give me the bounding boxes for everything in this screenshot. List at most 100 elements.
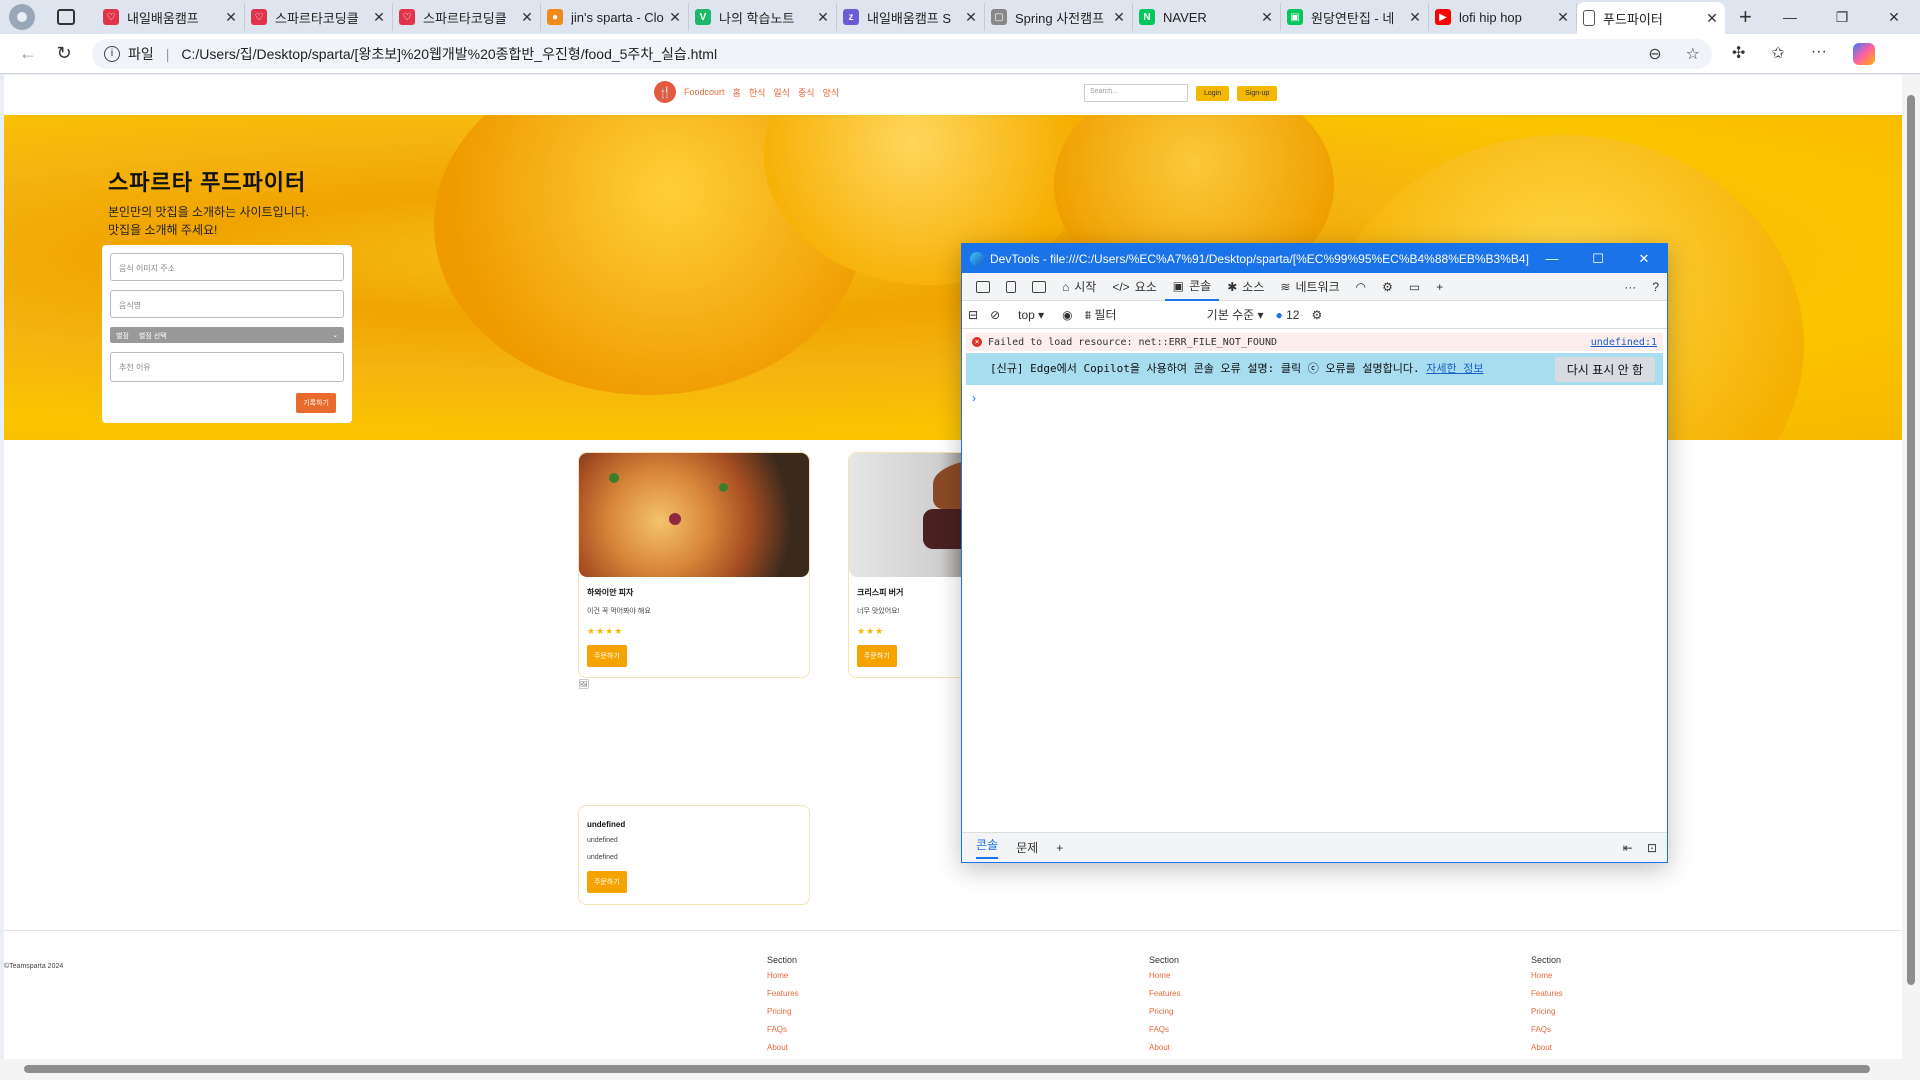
footer-link[interactable]: FAQs bbox=[1531, 1025, 1563, 1034]
footer-link[interactable]: Home bbox=[1531, 971, 1563, 980]
reason-textarea[interactable]: 추천 이유 bbox=[110, 352, 344, 382]
tab[interactable]: ▣ 원당연탄집 - 네 ✕ bbox=[1281, 3, 1429, 31]
maximize-icon[interactable]: ☐ bbox=[1575, 251, 1621, 267]
address-bar[interactable]: i 파일 | C:/Users/집/Desktop/sparta/[왕초보]%2… bbox=[92, 38, 1712, 69]
tab[interactable]: z 내일배움캠프 S ✕ bbox=[837, 3, 985, 31]
close-window-icon[interactable]: ✕ bbox=[1868, 9, 1920, 26]
settings-gear-icon[interactable]: ⚙ bbox=[1374, 273, 1401, 301]
footer-link[interactable]: Features bbox=[1531, 989, 1563, 998]
tab-welcome[interactable]: ⌂ 시작 bbox=[1054, 273, 1104, 301]
footer-link[interactable]: About bbox=[1531, 1043, 1563, 1052]
footer-link[interactable]: Home bbox=[767, 971, 799, 980]
submit-button[interactable]: 기록하기 bbox=[296, 393, 336, 413]
footer-link[interactable]: FAQs bbox=[767, 1025, 799, 1034]
drawer-tab-console[interactable]: 콘솔 bbox=[976, 836, 999, 859]
tab[interactable]: N NAVER ✕ bbox=[1133, 3, 1281, 31]
star-select[interactable]: 별점 별점 선택 ⌄ bbox=[110, 327, 344, 343]
tab-active[interactable]: 푸드파이터 ✕ bbox=[1577, 2, 1725, 34]
close-tab-icon[interactable]: ✕ bbox=[964, 9, 978, 26]
zoom-icon[interactable]: ⊖ bbox=[1648, 44, 1661, 64]
minimize-icon[interactable]: — bbox=[1764, 9, 1816, 25]
footer-link[interactable]: Pricing bbox=[1149, 1007, 1181, 1016]
nav-home[interactable]: 홈 bbox=[733, 86, 741, 99]
close-tab-icon[interactable]: ✕ bbox=[372, 9, 386, 26]
performance-icon[interactable]: ◠ bbox=[1348, 273, 1374, 301]
new-tab-button[interactable]: + bbox=[1739, 4, 1752, 30]
order-button[interactable]: 주문하기 bbox=[587, 871, 627, 893]
tab[interactable]: ♡ 스파르타코딩클 ✕ bbox=[245, 3, 393, 31]
clear-console-icon[interactable]: ⊘ bbox=[990, 308, 1000, 322]
tab[interactable]: ▶ lofi hip hop ✕ bbox=[1429, 3, 1577, 31]
scroll-thumb[interactable] bbox=[24, 1065, 1870, 1073]
more-icon[interactable]: ··· bbox=[1616, 273, 1644, 301]
nav-western[interactable]: 양식 bbox=[823, 86, 840, 99]
close-tab-icon[interactable]: ✕ bbox=[1556, 9, 1570, 26]
info-icon[interactable]: i bbox=[104, 45, 120, 62]
help-icon[interactable]: ? bbox=[1644, 273, 1667, 301]
error-source-link[interactable]: undefined:1 bbox=[1591, 337, 1657, 348]
tab-console[interactable]: ▣ 콘솔 bbox=[1164, 273, 1220, 301]
footer-link[interactable]: FAQs bbox=[1149, 1025, 1181, 1034]
inspect-icon[interactable] bbox=[968, 273, 998, 301]
add-drawer-tab-icon[interactable]: + bbox=[1056, 841, 1063, 855]
site-search-input[interactable]: Search... bbox=[1084, 84, 1188, 102]
tab[interactable]: ♡ 내일배움캠프 ✕ bbox=[97, 3, 245, 31]
learn-more-link[interactable]: 자세한 정보 bbox=[1426, 362, 1483, 375]
signup-button[interactable]: Sign-up bbox=[1237, 85, 1278, 101]
tab[interactable]: ▢ Spring 사전캠프 ✕ bbox=[985, 3, 1133, 31]
live-expression-icon[interactable]: ◉ bbox=[1062, 308, 1072, 322]
tab-actions-icon[interactable] bbox=[57, 9, 75, 25]
nav-chinese[interactable]: 중식 bbox=[798, 86, 815, 99]
level-select[interactable]: 기본 수준 ▾ bbox=[1207, 306, 1264, 323]
issues-counter[interactable]: ● 12 bbox=[1276, 308, 1300, 322]
dock-drawer-icon[interactable]: ⇤ bbox=[1623, 841, 1633, 855]
console-prompt[interactable]: › bbox=[972, 391, 1667, 405]
profile-avatar[interactable] bbox=[9, 4, 35, 30]
footer-link[interactable]: About bbox=[767, 1043, 799, 1052]
close-tab-icon[interactable]: ✕ bbox=[816, 9, 830, 26]
favorite-star-icon[interactable]: ☆ bbox=[1686, 44, 1700, 64]
close-tab-icon[interactable]: ✕ bbox=[1260, 9, 1274, 26]
favorites-icon[interactable]: ✩ bbox=[1771, 43, 1784, 65]
close-tab-icon[interactable]: ✕ bbox=[668, 9, 682, 26]
dont-show-again-button[interactable]: 다시 표시 안 함 bbox=[1554, 356, 1655, 382]
sidebar-toggle-icon[interactable]: ⊟ bbox=[968, 308, 978, 322]
restore-icon[interactable]: ❐ bbox=[1816, 9, 1868, 26]
horizontal-scrollbar[interactable] bbox=[0, 1059, 1920, 1080]
close-icon[interactable]: ✕ bbox=[1621, 251, 1667, 267]
footer-link[interactable]: Features bbox=[1149, 989, 1181, 998]
footer-link[interactable]: Features bbox=[767, 989, 799, 998]
food-name-input[interactable]: 음식명 bbox=[110, 290, 344, 318]
login-button[interactable]: Login bbox=[1196, 85, 1230, 101]
tab[interactable]: ♡ 스파르타코딩클 ✕ bbox=[393, 3, 541, 31]
extensions-icon[interactable]: ✣ bbox=[1732, 43, 1745, 65]
add-tool-icon[interactable]: + bbox=[1428, 273, 1451, 301]
close-tab-icon[interactable]: ✕ bbox=[1112, 9, 1126, 26]
order-button[interactable]: 주문하기 bbox=[857, 645, 897, 667]
minimize-icon[interactable]: — bbox=[1529, 251, 1575, 266]
console-settings-icon[interactable]: ⚙ bbox=[1311, 308, 1322, 322]
footer-link[interactable]: About bbox=[1149, 1043, 1181, 1052]
close-tab-icon[interactable]: ✕ bbox=[520, 9, 534, 26]
nav-korean[interactable]: 한식 bbox=[749, 86, 766, 99]
collapse-drawer-icon[interactable]: ⊡ bbox=[1647, 841, 1657, 855]
tab[interactable]: V 나의 학습노트 ✕ bbox=[689, 3, 837, 31]
device-emulation-icon[interactable] bbox=[998, 273, 1024, 301]
tab-network[interactable]: ≋ 네트워크 bbox=[1272, 273, 1347, 301]
tab[interactable]: ● jin's sparta - Clo ✕ bbox=[541, 3, 689, 31]
footer-link[interactable]: Pricing bbox=[1531, 1007, 1563, 1016]
context-select[interactable]: top ▾ bbox=[1012, 306, 1050, 324]
back-button[interactable]: ← bbox=[10, 43, 46, 64]
close-tab-icon[interactable]: ✕ bbox=[1705, 10, 1719, 27]
application-icon[interactable]: ▭ bbox=[1401, 273, 1428, 301]
copilot-icon[interactable] bbox=[1852, 42, 1875, 65]
filter-input[interactable]: ⩩ 필터 bbox=[1085, 306, 1195, 323]
dock-icon[interactable] bbox=[1024, 273, 1054, 301]
brand-link[interactable]: Foodcourt bbox=[684, 87, 725, 97]
footer-link[interactable]: Home bbox=[1149, 971, 1181, 980]
scroll-thumb[interactable] bbox=[1907, 95, 1915, 985]
tab-elements[interactable]: </> 요소 bbox=[1104, 273, 1164, 301]
order-button[interactable]: 주문하기 bbox=[587, 645, 627, 667]
footer-link[interactable]: Pricing bbox=[767, 1007, 799, 1016]
vertical-scrollbar[interactable] bbox=[1902, 75, 1920, 1059]
